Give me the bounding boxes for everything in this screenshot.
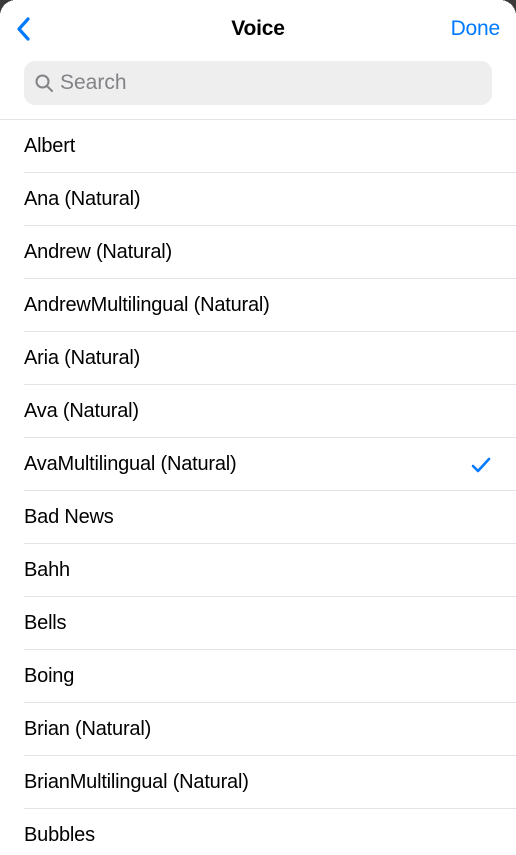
voice-list[interactable]: Albert Ana (Natural) Andrew (Natural) Andre… [0,119,516,855]
voice-label: Boing [24,665,74,688]
voice-row[interactable]: Boing [0,650,516,703]
corner-decoration [500,0,516,16]
voice-row[interactable]: Bubbles [0,809,516,855]
voice-label: AvaMultilingual (Natural) [24,453,237,476]
chevron-left-icon [16,17,30,41]
voice-label: Brian (Natural) [24,718,151,741]
corner-decoration [0,0,16,16]
search-icon [34,73,54,93]
voice-row[interactable]: Aria (Natural) [0,332,516,385]
voice-label: Bad News [24,506,114,529]
voice-label: AndrewMultilingual (Natural) [24,294,270,317]
voice-label: Albert [24,135,75,158]
voice-row[interactable]: AndrewMultilingual (Natural) [0,279,516,332]
voice-row[interactable]: Albert [0,120,516,173]
voice-label: Andrew (Natural) [24,241,172,264]
header-bar: Voice Done [0,0,516,57]
voice-label: Ana (Natural) [24,188,140,211]
voice-row[interactable]: Bahh [0,544,516,597]
page-title: Voice [231,17,284,41]
voice-row[interactable]: Bells [0,597,516,650]
voice-row[interactable]: Andrew (Natural) [0,226,516,279]
done-button[interactable]: Done [451,17,500,41]
voice-row[interactable]: Bad News [0,491,516,544]
search-field[interactable] [24,61,492,105]
voice-label: Bahh [24,559,70,582]
voice-row[interactable]: Ana (Natural) [0,173,516,226]
voice-row[interactable]: Brian (Natural) [0,703,516,756]
voice-row[interactable]: BrianMultilingual (Natural) [0,756,516,809]
search-input[interactable] [60,71,482,95]
voice-row[interactable]: AvaMultilingual (Natural) [0,438,516,491]
back-button[interactable] [16,17,46,41]
voice-label: Bells [24,612,66,635]
search-container [0,57,516,119]
checkmark-icon [470,454,492,476]
voice-label: Aria (Natural) [24,347,140,370]
voice-label: BrianMultilingual (Natural) [24,771,249,794]
voice-label: Bubbles [24,824,95,847]
voice-label: Ava (Natural) [24,400,139,423]
voice-row[interactable]: Ava (Natural) [0,385,516,438]
voice-picker-screen: Voice Done Albert Ana (Natural) Andrew (Na… [0,0,516,855]
